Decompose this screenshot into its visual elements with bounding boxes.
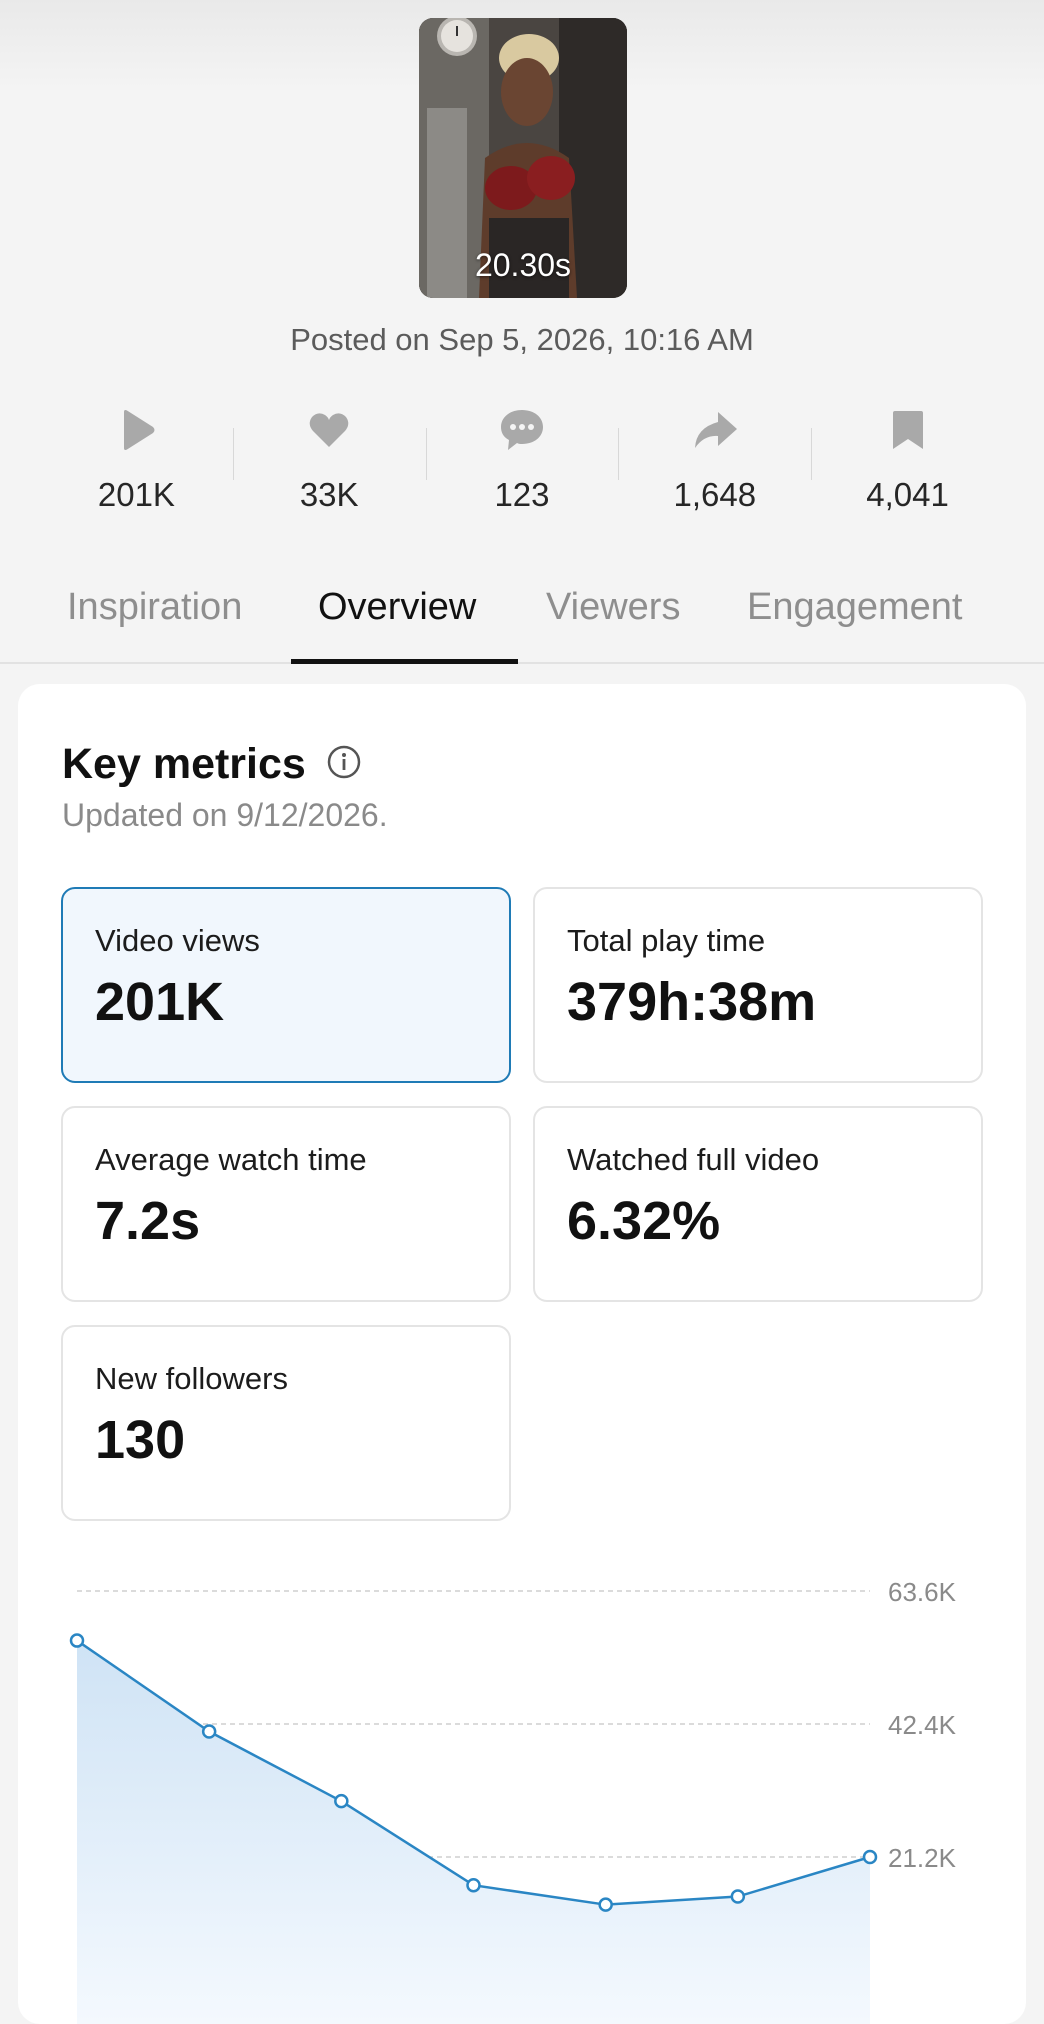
chart-data-point[interactable] xyxy=(201,1724,217,1739)
chart-data-point[interactable] xyxy=(730,1889,746,1904)
stat-views: 201K xyxy=(40,400,233,530)
chart-y-tick-label: 42.4K xyxy=(888,1710,957,1740)
chart-y-tick-label: 63.6K xyxy=(888,1577,957,1607)
chart-y-tick-label: 21.2K xyxy=(888,1843,957,1873)
video-thumbnail[interactable]: 20.30s xyxy=(419,18,627,298)
tab-engagement[interactable]: Engagement xyxy=(747,586,963,629)
play-icon xyxy=(124,410,155,450)
chart-data-point[interactable] xyxy=(466,1877,481,1893)
stat-likes: 33K xyxy=(232,400,426,530)
tab-inspiration[interactable]: Inspiration xyxy=(67,586,242,629)
engagement-stats: 201K 33K 123 1,648 4,041 xyxy=(40,400,1004,530)
stat-shares: 1,648 xyxy=(618,400,811,530)
chart-area-fill xyxy=(77,1640,870,2024)
stat-saves: 4,041 xyxy=(811,400,1004,530)
heart-icon xyxy=(309,413,349,447)
analytics-tabs: Inspiration Overview Viewers Engagement xyxy=(0,570,1044,664)
chart-data-point[interactable] xyxy=(69,1633,85,1648)
stat-views-value: 201K xyxy=(97,476,175,513)
share-icon xyxy=(694,412,737,448)
stat-likes-value: 33K xyxy=(299,476,359,513)
chart-data-point[interactable] xyxy=(334,1793,349,1809)
stat-comments: 123 xyxy=(425,400,619,530)
chart-data-point[interactable] xyxy=(862,1849,878,1865)
stat-saves-value: 4,041 xyxy=(866,476,949,513)
key-metrics-card: Key metrics Updated on 9/12/2026. Video … xyxy=(18,684,1026,2024)
active-tab-indicator xyxy=(291,659,518,664)
comment-icon xyxy=(500,410,543,450)
tab-overview[interactable]: Overview xyxy=(318,586,476,629)
video-views-chart: 63.6K 42.4K 21.2K xyxy=(69,1577,957,2024)
tab-viewers[interactable]: Viewers xyxy=(546,586,680,629)
bookmark-icon xyxy=(892,411,923,449)
video-duration: 20.30s xyxy=(474,247,572,283)
chart-data-point[interactable] xyxy=(598,1897,613,1912)
stat-shares-value: 1,648 xyxy=(673,476,757,513)
posted-date: Posted on Sep 5, 2026, 10:16 AM xyxy=(290,322,754,357)
stat-comments-value: 123 xyxy=(494,476,550,513)
